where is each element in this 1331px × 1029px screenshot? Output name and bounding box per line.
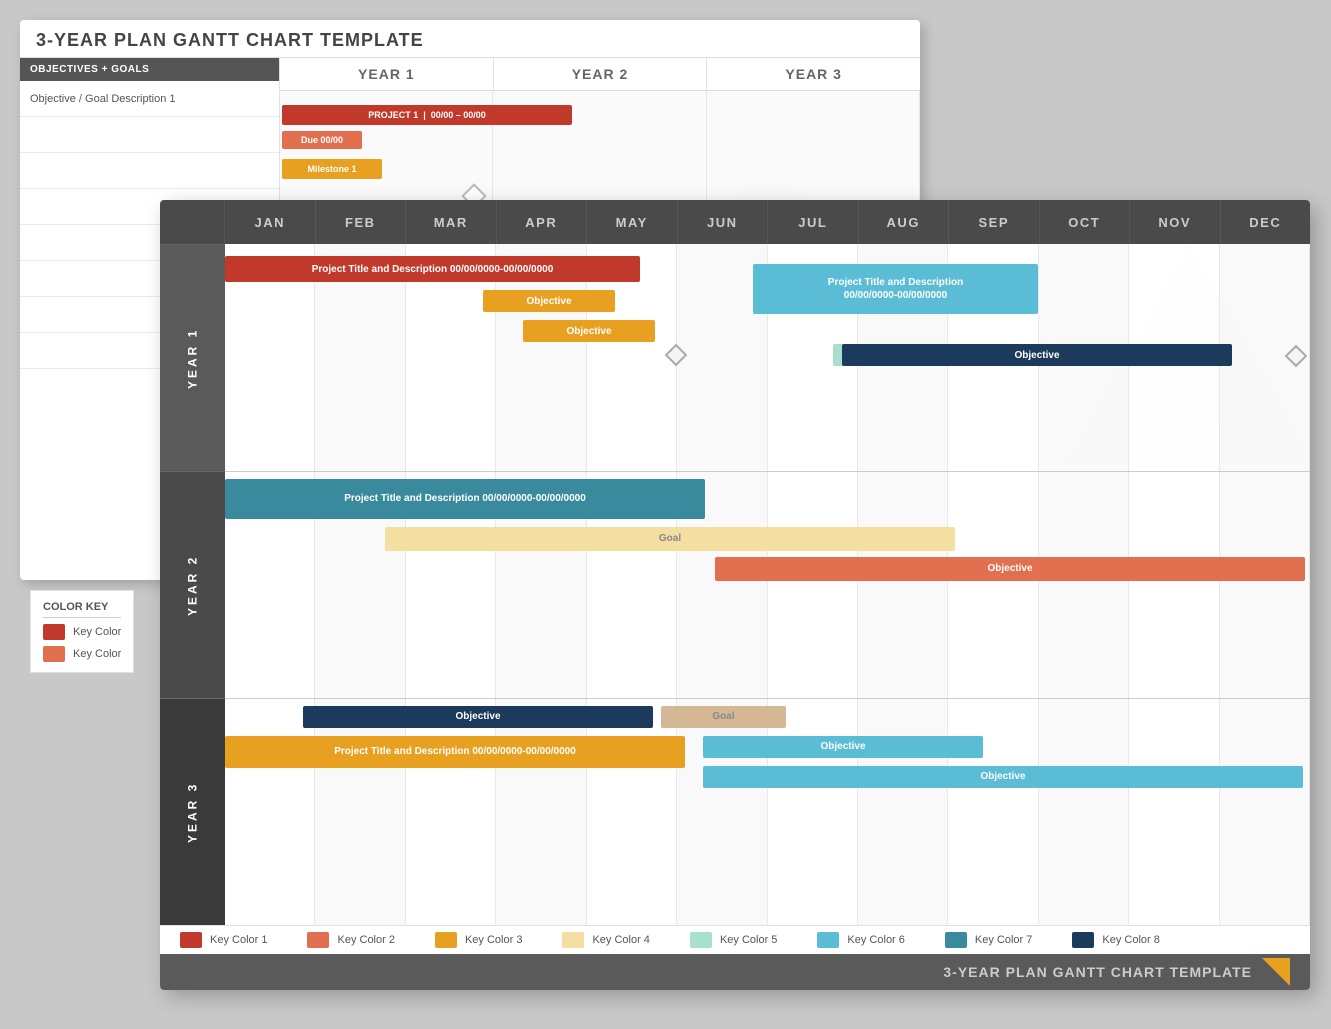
month-feb: FEB bbox=[316, 200, 407, 244]
bg-year-3: YEAR 3 bbox=[707, 58, 920, 90]
bg-legend-label-1: Key Color bbox=[73, 626, 121, 638]
y2-goal: Goal bbox=[385, 527, 955, 551]
month-jun: JUN bbox=[678, 200, 769, 244]
bg-project1-bar: PROJECT 1 | 00/00 – 00/00 bbox=[282, 105, 572, 125]
footer-bar: 3-YEAR PLAN GANTT CHART TEMPLATE bbox=[160, 954, 1310, 990]
legend-label-1: Key Color 1 bbox=[210, 934, 267, 946]
bg-due1: Due 00/00 bbox=[282, 131, 362, 149]
y1-obj-navy: Objective bbox=[842, 344, 1232, 366]
legend-label-7: Key Color 7 bbox=[975, 934, 1032, 946]
bg-year-2: YEAR 2 bbox=[494, 58, 708, 90]
y3-project-bar: Project Title and Description 00/00/0000… bbox=[225, 736, 685, 768]
year-band-3: YEAR 3 bbox=[160, 698, 225, 925]
month-header: JAN FEB MAR APR MAY JUN JUL AUG SEP OCT … bbox=[160, 200, 1310, 244]
bg-card-header: 3-YEAR PLAN GANTT CHART TEMPLATE bbox=[20, 20, 920, 58]
legend-swatch-7 bbox=[945, 932, 967, 948]
month-nov: NOV bbox=[1130, 200, 1221, 244]
legend-swatch-1 bbox=[180, 932, 202, 948]
y1-teal-project: Project Title and Description00/00/0000-… bbox=[753, 264, 1038, 314]
legend-item-3: Key Color 3 bbox=[435, 932, 522, 948]
month-oct: OCT bbox=[1040, 200, 1131, 244]
bg-row-3 bbox=[20, 153, 279, 189]
bg-swatch-2 bbox=[43, 646, 65, 662]
color-key-title: Color Key bbox=[43, 601, 121, 618]
bg-title: 3-YEAR PLAN GANTT CHART TEMPLATE bbox=[36, 30, 904, 51]
legend-label-3: Key Color 3 bbox=[465, 934, 522, 946]
legend-label-8: Key Color 8 bbox=[1102, 934, 1159, 946]
legend-swatch-3 bbox=[435, 932, 457, 948]
bg-legend-2: Key Color bbox=[43, 646, 121, 662]
grid-area: Project Title and Description 00/00/0000… bbox=[225, 244, 1310, 925]
bg-col-header: OBJECTIVES + GOALS bbox=[20, 58, 279, 81]
legend-item-5: Key Color 5 bbox=[690, 932, 777, 948]
legend-swatch-5 bbox=[690, 932, 712, 948]
year-band-2: YEAR 2 bbox=[160, 471, 225, 698]
month-aug: AUG bbox=[859, 200, 950, 244]
bg-row-2 bbox=[20, 117, 279, 153]
month-sep: SEP bbox=[949, 200, 1040, 244]
front-card: JAN FEB MAR APR MAY JUN JUL AUG SEP OCT … bbox=[160, 200, 1310, 990]
legend-label-2: Key Color 2 bbox=[337, 934, 394, 946]
month-spacer bbox=[160, 200, 225, 244]
legend-item-6: Key Color 6 bbox=[817, 932, 904, 948]
gantt-body: YEAR 1 YEAR 2 YEAR 3 bbox=[160, 244, 1310, 925]
legend-item-2: Key Color 2 bbox=[307, 932, 394, 948]
y1-project-bar: Project Title and Description 00/00/0000… bbox=[225, 256, 640, 282]
legend-item-8: Key Color 8 bbox=[1072, 932, 1159, 948]
legend-label-5: Key Color 5 bbox=[720, 934, 777, 946]
month-may: MAY bbox=[587, 200, 678, 244]
y2-obj-terracotta: Objective bbox=[715, 557, 1305, 581]
legend-swatch-6 bbox=[817, 932, 839, 948]
legend-label-4: Key Color 4 bbox=[592, 934, 649, 946]
y3-goal: Goal bbox=[661, 706, 786, 728]
legend-swatch-2 bbox=[307, 932, 329, 948]
bg-swatch-1 bbox=[43, 624, 65, 640]
year-band-1: YEAR 1 bbox=[160, 244, 225, 471]
legend-item-1: Key Color 1 bbox=[180, 932, 267, 948]
bg-legend-label-2: Key Color bbox=[73, 648, 121, 660]
footer-accent bbox=[1262, 958, 1290, 986]
color-key-section: Color Key Key Color Key Color bbox=[30, 590, 134, 673]
year-divider-2 bbox=[225, 698, 1310, 699]
y3-obj-teal2: Objective bbox=[703, 766, 1303, 788]
y1-obj2: Objective bbox=[523, 320, 655, 342]
year-col: YEAR 1 YEAR 2 YEAR 3 bbox=[160, 244, 225, 925]
bg-milestone1: Milestone 1 bbox=[282, 159, 382, 179]
footer-title: 3-YEAR PLAN GANTT CHART TEMPLATE bbox=[943, 964, 1252, 980]
legend-row: Key Color 1 Key Color 2 Key Color 3 Key … bbox=[160, 925, 1310, 954]
y2-project-bar: Project Title and Description 00/00/0000… bbox=[225, 479, 705, 519]
legend-item-4: Key Color 4 bbox=[562, 932, 649, 948]
bg-legend-1: Key Color bbox=[43, 624, 121, 640]
y1-obj1: Objective bbox=[483, 290, 615, 312]
legend-swatch-8 bbox=[1072, 932, 1094, 948]
month-mar: MAR bbox=[406, 200, 497, 244]
month-dec: DEC bbox=[1221, 200, 1311, 244]
bg-year-1: YEAR 1 bbox=[280, 58, 494, 90]
y3-obj-teal: Objective bbox=[703, 736, 983, 758]
legend-item-7: Key Color 7 bbox=[945, 932, 1032, 948]
legend-label-6: Key Color 6 bbox=[847, 934, 904, 946]
bg-row-1: Objective / Goal Description 1 bbox=[20, 81, 279, 117]
month-jul: JUL bbox=[768, 200, 859, 244]
month-apr: APR bbox=[497, 200, 588, 244]
year-divider-1 bbox=[225, 471, 1310, 472]
month-jan: JAN bbox=[225, 200, 316, 244]
y3-obj-navy: Objective bbox=[303, 706, 653, 728]
legend-swatch-4 bbox=[562, 932, 584, 948]
bg-year-headers: YEAR 1 YEAR 2 YEAR 3 bbox=[280, 58, 920, 91]
